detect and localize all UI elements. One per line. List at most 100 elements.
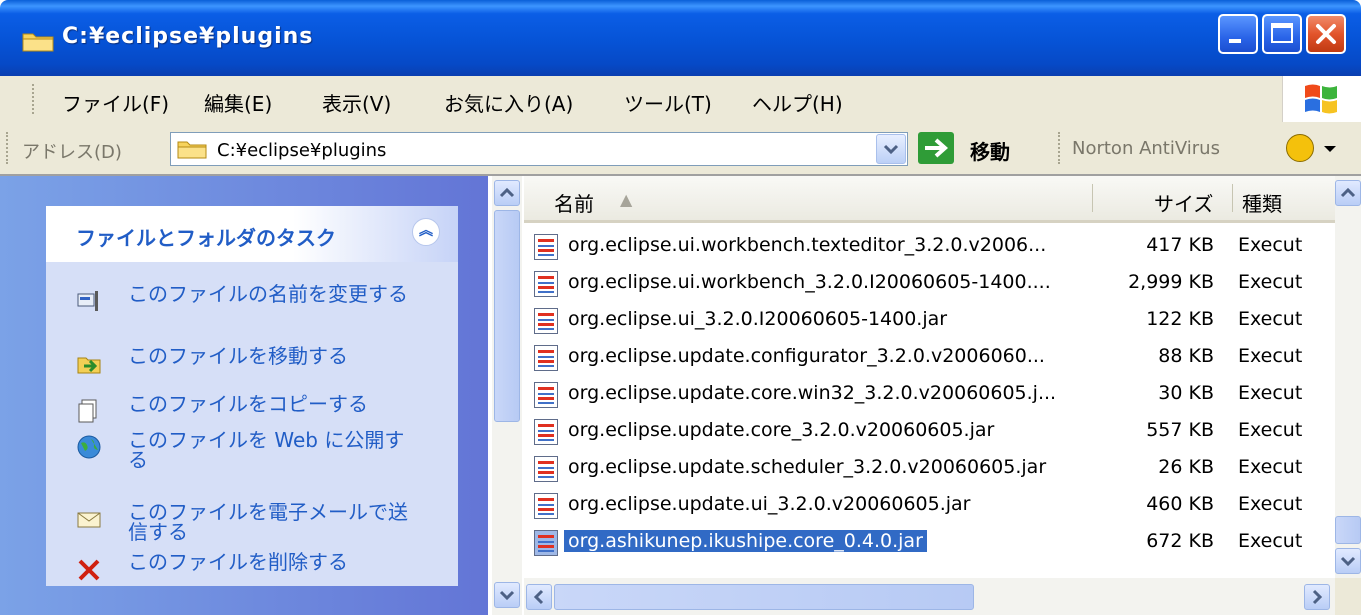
jar-file-icon: [534, 345, 558, 371]
file-row[interactable]: org.eclipse.update.core.win32_3.2.0.v200…: [524, 376, 1335, 413]
column-header-size[interactable]: サイズ: [1154, 188, 1213, 217]
collapse-button[interactable]: ︽: [412, 218, 440, 246]
scroll-up-button[interactable]: [494, 180, 520, 206]
column-separator[interactable]: [1092, 184, 1093, 212]
column-separator[interactable]: [1232, 184, 1233, 212]
task-label[interactable]: このファイルの名前を変更する: [128, 284, 408, 304]
file-list[interactable]: 名前 ▲ サイズ 種類 org.eclipse.ui.workbench.tex…: [524, 176, 1335, 578]
toolbar-grip[interactable]: [1058, 132, 1063, 164]
rename-icon: [77, 291, 98, 311]
scroll-thumb[interactable]: [1335, 516, 1361, 544]
jar-file-icon: [534, 271, 558, 297]
jar-file-icon: [534, 493, 558, 519]
copy-icon: [78, 399, 97, 423]
jar-file-icon: [534, 530, 558, 556]
address-label: アドレス(D): [22, 142, 122, 163]
file-size: 460 KB: [1146, 493, 1214, 515]
file-name[interactable]: org.eclipse.update.ui_3.2.0.v20060605.ja…: [568, 493, 971, 515]
scroll-right-button[interactable]: [1304, 584, 1330, 610]
norton-dropdown-icon[interactable]: [1324, 146, 1336, 152]
windows-flag-icon: [1305, 84, 1337, 114]
file-row[interactable]: org.eclipse.update.ui_3.2.0.v20060605.ja…: [524, 487, 1335, 524]
address-value[interactable]: C:¥eclipse¥plugins: [217, 140, 386, 161]
jar-file-icon: [534, 456, 558, 482]
address-dropdown-button[interactable]: [876, 134, 906, 164]
task-label[interactable]: このファイルを Web に公開する: [128, 430, 408, 470]
menu-edit[interactable]: 編集(E): [204, 88, 272, 117]
file-row[interactable]: org.eclipse.ui.workbench.texteditor_3.2.…: [524, 228, 1335, 265]
task-panel-header[interactable]: ファイルとフォルダのタスク ︽: [46, 206, 458, 262]
file-name[interactable]: org.eclipse.ui.workbench.texteditor_3.2.…: [568, 234, 1046, 256]
file-name[interactable]: org.eclipse.update.scheduler_3.2.0.v2006…: [568, 456, 1046, 478]
scroll-left-button[interactable]: [526, 584, 552, 610]
file-name[interactable]: org.ashikunep.ikushipe.core_0.4.0.jar: [563, 529, 928, 553]
go-button[interactable]: [918, 132, 954, 164]
go-label[interactable]: 移動: [970, 136, 1010, 165]
jar-file-icon: [534, 234, 558, 260]
scroll-down-button[interactable]: [1335, 548, 1361, 574]
file-size: 672 KB: [1146, 530, 1214, 552]
file-type: Execut: [1238, 382, 1303, 404]
task-pane: ファイルとフォルダのタスク ︽ このファイルの名前を変更する このファイルを移動…: [0, 176, 488, 615]
menu-help[interactable]: ヘルプ(H): [752, 88, 843, 117]
task-pane-scrollbar[interactable]: [492, 176, 522, 615]
file-name[interactable]: org.eclipse.update.core_3.2.0.v20060605.…: [568, 419, 994, 441]
jar-file-icon: [534, 419, 558, 445]
file-type: Execut: [1238, 345, 1303, 367]
file-size: 30 KB: [1158, 382, 1214, 404]
close-button[interactable]: [1306, 14, 1346, 54]
maximize-icon: [1271, 23, 1293, 43]
chevron-up-icon: [499, 187, 515, 198]
file-list-vertical-scrollbar[interactable]: [1335, 176, 1361, 578]
email-icon: [77, 512, 101, 528]
file-size: 122 KB: [1146, 308, 1214, 330]
norton-antivirus-icon[interactable]: [1286, 134, 1314, 162]
file-type: Execut: [1238, 456, 1303, 478]
chevron-left-icon: [533, 589, 544, 605]
file-name[interactable]: org.eclipse.ui_3.2.0.I20060605-1400.jar: [568, 308, 947, 330]
folder-icon: [177, 141, 207, 159]
file-row[interactable]: org.eclipse.update.core_3.2.0.v20060605.…: [524, 413, 1335, 450]
file-row[interactable]: org.eclipse.update.scheduler_3.2.0.v2006…: [524, 450, 1335, 487]
file-type: Execut: [1238, 419, 1303, 441]
column-header-type[interactable]: 種類: [1242, 188, 1282, 217]
move-icon: [77, 357, 101, 374]
scroll-thumb[interactable]: [554, 584, 974, 610]
file-name[interactable]: org.eclipse.ui.workbench_3.2.0.I20060605…: [568, 271, 1051, 293]
address-input[interactable]: C:¥eclipse¥plugins: [170, 132, 908, 166]
column-header-row: 名前 ▲ サイズ 種類: [524, 176, 1335, 223]
menu-favorites[interactable]: お気に入り(A): [444, 88, 573, 117]
task-label[interactable]: このファイルをコピーする: [128, 394, 408, 414]
menu-tools[interactable]: ツール(T): [624, 88, 712, 117]
chevron-up-icon: [1340, 187, 1356, 198]
menu-bar: ファイル(F) 編集(E) 表示(V) お気に入り(A) ツール(T) ヘルプ(…: [0, 76, 1361, 123]
menu-view[interactable]: 表示(V): [322, 88, 391, 117]
file-list-horizontal-scrollbar[interactable]: [524, 578, 1335, 615]
double-chevron-up-icon: ︽: [419, 223, 433, 239]
task-label[interactable]: このファイルを削除する: [128, 552, 408, 572]
file-size: 2,999 KB: [1128, 271, 1214, 293]
chevron-down-icon: [499, 590, 515, 601]
file-row[interactable]: org.eclipse.update.configurator_3.2.0.v2…: [524, 339, 1335, 376]
file-row-selected[interactable]: org.ashikunep.ikushipe.core_0.4.0.jar 67…: [524, 524, 1335, 561]
minimize-button[interactable]: [1218, 14, 1258, 54]
resize-grip[interactable]: [1335, 578, 1361, 615]
close-icon: [1316, 24, 1336, 44]
file-size: 88 KB: [1158, 345, 1214, 367]
scroll-up-button[interactable]: [1335, 180, 1361, 206]
file-name[interactable]: org.eclipse.update.core.win32_3.2.0.v200…: [568, 382, 1056, 404]
toolbar-grip[interactable]: [32, 84, 37, 114]
toolbar-grip[interactable]: [6, 132, 11, 164]
file-type: Execut: [1238, 308, 1303, 330]
file-row[interactable]: org.eclipse.ui_3.2.0.I20060605-1400.jar …: [524, 302, 1335, 339]
file-name[interactable]: org.eclipse.update.configurator_3.2.0.v2…: [568, 345, 1045, 367]
task-label[interactable]: このファイルを移動する: [128, 346, 408, 366]
scroll-thumb[interactable]: [494, 210, 520, 422]
task-label[interactable]: このファイルを電子メールで送信する: [128, 502, 408, 542]
maximize-button[interactable]: [1262, 14, 1302, 54]
delete-icon: [78, 559, 100, 581]
scroll-down-button[interactable]: [494, 582, 520, 608]
file-row[interactable]: org.eclipse.ui.workbench_3.2.0.I20060605…: [524, 265, 1335, 302]
menu-file[interactable]: ファイル(F): [62, 88, 169, 117]
column-header-name[interactable]: 名前: [554, 188, 594, 217]
